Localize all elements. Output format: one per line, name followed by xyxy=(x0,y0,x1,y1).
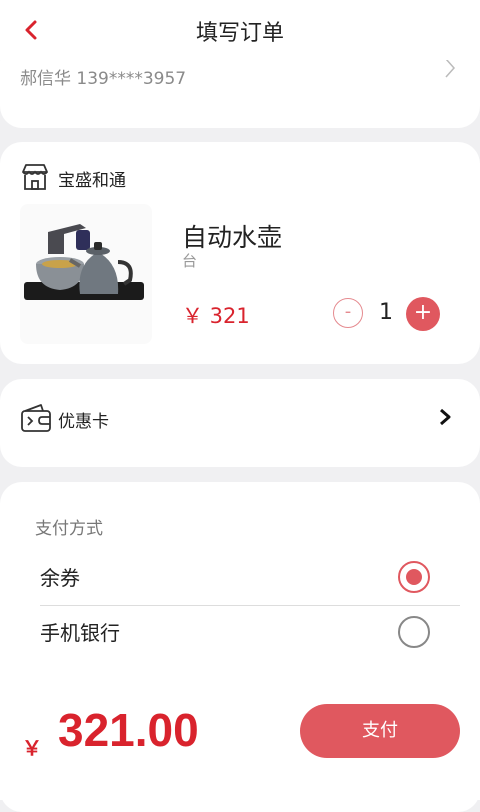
shop-name: 宝盛和通 xyxy=(58,171,126,191)
quantity-value: 1 xyxy=(379,300,393,325)
header: 填写订单 xyxy=(0,0,480,60)
product-image xyxy=(20,204,152,344)
radio-selected-icon[interactable] xyxy=(398,561,430,593)
total-amount: 321.00 xyxy=(58,704,199,756)
store-icon xyxy=(22,164,48,190)
coupon-label: 优惠卡 xyxy=(58,412,109,432)
pay-button[interactable]: 支付 xyxy=(300,704,460,758)
shop-card: 宝盛和通 自动水壶 台 ￥ 321 - 1 + xyxy=(0,142,480,364)
payment-option-mobile-bank[interactable]: 手机银行 xyxy=(40,604,460,660)
quantity-decrease-button[interactable]: - xyxy=(333,298,363,328)
address-text: 郝信华 139****3957 xyxy=(20,69,187,89)
radio-unselected-icon[interactable] xyxy=(398,616,430,648)
page-title: 填写订单 xyxy=(195,21,284,46)
payment-title: 支付方式 xyxy=(35,519,103,539)
payment-option-label: 余券 xyxy=(40,566,80,590)
product-unit: 台 xyxy=(182,252,198,270)
bottom-bar: ￥ 321.00 支付 xyxy=(0,670,480,800)
payment-option-yuquan[interactable]: 余券 xyxy=(40,549,460,606)
chevron-right-icon xyxy=(440,408,451,426)
wallet-icon xyxy=(21,404,51,432)
coupon-row[interactable]: 优惠卡 xyxy=(0,379,480,467)
currency-symbol: ￥ xyxy=(22,736,42,760)
product-name: 自动水壶 xyxy=(182,223,283,252)
payment-option-label: 手机银行 xyxy=(40,621,120,645)
quantity-increase-button[interactable]: + xyxy=(406,297,440,331)
product-price: ￥ 321 xyxy=(182,304,250,328)
